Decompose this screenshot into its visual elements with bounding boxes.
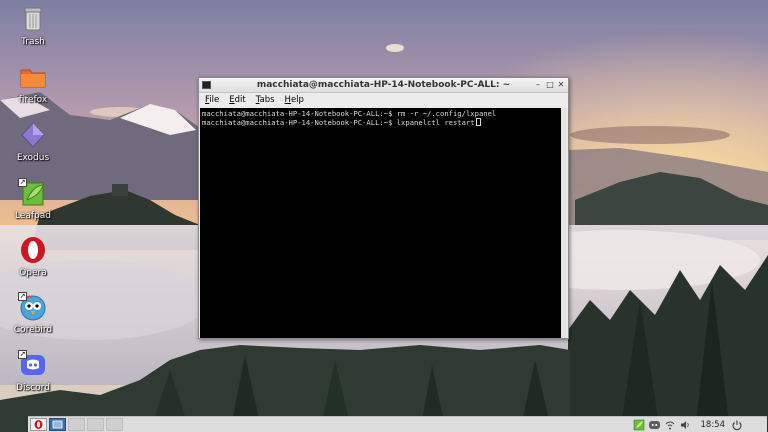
menu-bar: File Edit Tabs Help xyxy=(199,93,568,107)
terminal-output[interactable]: macchiata@macchiata-HP-14-Notebook-PC-AL… xyxy=(200,108,561,338)
desktop-icon-corebird[interactable]: ↗ Corebird xyxy=(4,292,62,344)
network-icon xyxy=(665,421,674,429)
shortcut-arrow-icon: ↗ xyxy=(18,292,27,301)
workspace-slot[interactable] xyxy=(106,418,123,431)
shortcut-arrow-icon: ↗ xyxy=(18,178,27,187)
opera-icon xyxy=(18,235,48,265)
taskbar-clock[interactable]: 18:54 xyxy=(701,420,726,430)
terminal-line: macchiata@macchiata-HP-14-Notebook-PC-AL… xyxy=(202,109,497,118)
folder-icon xyxy=(18,62,48,92)
discord-icon xyxy=(648,420,660,429)
text-cursor xyxy=(475,118,481,126)
menu-file[interactable]: File xyxy=(203,95,221,105)
tray-power[interactable] xyxy=(731,418,743,431)
desktop-icon xyxy=(52,420,63,429)
taskbar-desktop-launcher[interactable] xyxy=(49,418,66,431)
desktop-icon-label: Exodus xyxy=(16,153,50,163)
window-titlebar[interactable]: macchiata@macchiata-HP-14-Notebook-PC-AL… xyxy=(199,78,568,93)
leafpad-icon xyxy=(633,419,644,430)
desktop-icon-label: Corebird xyxy=(13,325,53,335)
menu-file-rest: ile xyxy=(209,95,220,105)
menu-tabs-rest: abs xyxy=(259,95,275,105)
menu-help[interactable]: Help xyxy=(283,95,306,105)
desktop-icon-exodus[interactable]: Exodus xyxy=(4,120,62,172)
shortcut-arrow-icon: ↗ xyxy=(18,350,27,359)
desktop-icon-label: Leafpad xyxy=(14,211,52,221)
volume-icon xyxy=(680,420,689,429)
menu-tabs[interactable]: Tabs xyxy=(254,95,277,105)
corebird-icon: ↗ xyxy=(18,292,48,322)
trash-icon xyxy=(18,4,48,34)
power-icon xyxy=(732,420,742,430)
leafpad-icon: ↗ xyxy=(18,178,48,208)
menu-edit-rest: dit xyxy=(234,95,246,105)
menu-help-rest: elp xyxy=(290,95,304,105)
opera-icon xyxy=(34,420,43,429)
desktop-icon-leafpad[interactable]: ↗ Leafpad xyxy=(4,178,62,230)
desktop-icon-trash[interactable]: Trash xyxy=(4,4,62,56)
desktop-icon-discord[interactable]: ↗ Discord xyxy=(4,350,62,402)
terminal-window[interactable]: macchiata@macchiata-HP-14-Notebook-PC-AL… xyxy=(198,77,569,339)
window-title: macchiata@macchiata-HP-14-Notebook-PC-AL… xyxy=(256,80,511,90)
workspace-slot[interactable] xyxy=(87,418,104,431)
terminal-line-current: macchiata@macchiata-HP-14-Notebook-PC-AL… xyxy=(202,118,559,127)
discord-icon: ↗ xyxy=(18,350,48,380)
workspace-slot[interactable] xyxy=(68,418,85,431)
exodus-icon xyxy=(18,120,48,150)
desktop-icon-label: firefox xyxy=(18,95,48,105)
desktop-icon-label: Trash xyxy=(21,37,45,47)
tray-leafpad[interactable] xyxy=(633,418,645,431)
tray-discord[interactable] xyxy=(648,418,661,431)
close-button[interactable]: ✕ xyxy=(556,80,566,90)
maximize-button[interactable]: □ xyxy=(545,80,555,90)
desktop-icon-label: Discord xyxy=(16,383,50,393)
tray-network[interactable] xyxy=(664,418,676,431)
taskbar-opera-launcher[interactable] xyxy=(30,418,47,431)
desktop-icon-opera[interactable]: Opera xyxy=(4,235,62,287)
desktop-icon-firefox[interactable]: firefox xyxy=(4,62,62,114)
menu-edit[interactable]: Edit xyxy=(227,95,247,105)
terminal-scrollbar[interactable] xyxy=(561,108,567,338)
tray-volume[interactable] xyxy=(679,418,691,431)
desktop-icon-label: Opera xyxy=(19,268,47,278)
minimize-button[interactable]: – xyxy=(533,80,543,90)
taskbar: 18:54 xyxy=(28,416,767,432)
terminal-line: macchiata@macchiata-HP-14-Notebook-PC-AL… xyxy=(202,118,475,127)
